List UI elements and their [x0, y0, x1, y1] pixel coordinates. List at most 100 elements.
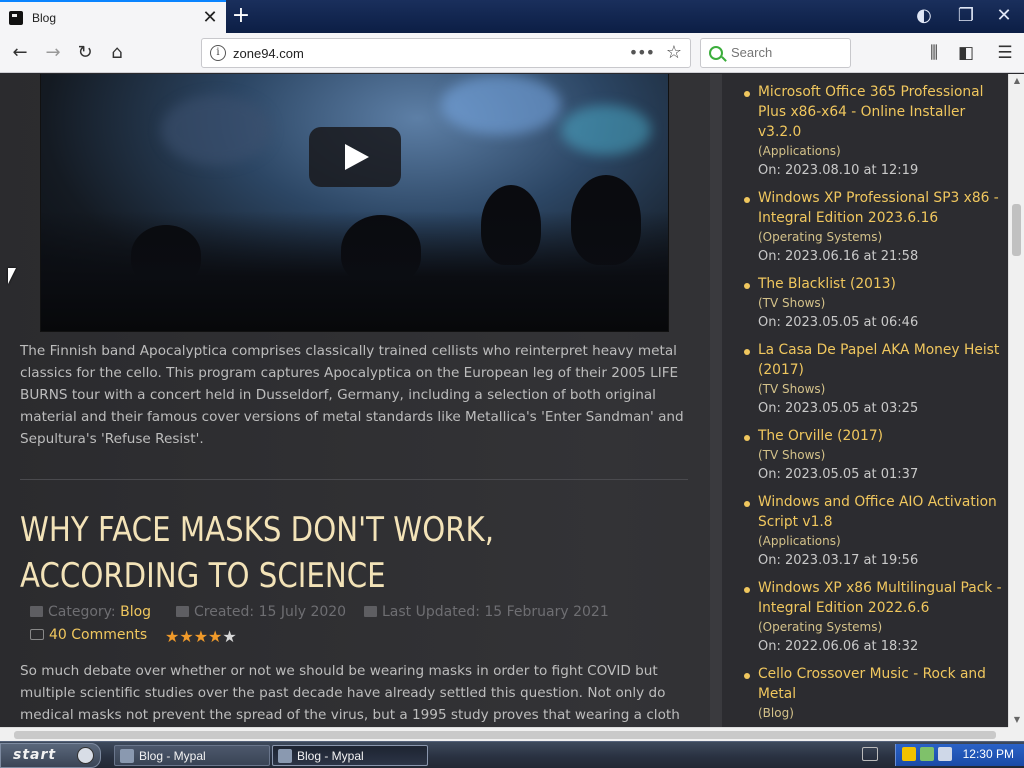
category-label: Category: — [48, 604, 116, 620]
rating-star-icon[interactable]: ★ — [165, 627, 179, 646]
vertical-scrollbar[interactable]: ▲ ▼ — [1008, 74, 1024, 727]
stage-light — [161, 95, 271, 165]
sidebar-item-category[interactable]: (Operating Systems) — [758, 618, 1004, 637]
rating-star-icon[interactable]: ★ — [194, 627, 208, 646]
library-icon[interactable]: ⫼ — [922, 41, 946, 65]
post-created: Created: 15 July 2020 — [176, 604, 346, 620]
tab-title: Blog — [32, 10, 57, 25]
navigation-toolbar: ← → ↻ ⌂ i zone94.com ••• ☆ ⫼ ◧ ☰ — [0, 33, 1024, 73]
start-button[interactable]: start — [0, 743, 101, 768]
sidebar-item-date: On: 2023.05.05 at 06:46 — [758, 315, 919, 330]
url-bar[interactable]: i zone94.com ••• ☆ — [201, 38, 691, 68]
system-tray: 12:30 PM — [895, 744, 1024, 766]
video-description: The Finnish band Apocalyptica comprises … — [20, 343, 684, 447]
search-bar[interactable] — [700, 38, 851, 68]
restore-window-icon[interactable]: ❐ — [950, 3, 982, 29]
sidebar-list-item: The Orville (2017) (TV Shows) On: 2023.05.… — [742, 426, 1004, 485]
main-column: The Finnish band Apocalyptica comprises … — [0, 74, 710, 727]
post-updated: Last Updated: 15 February 2021 — [364, 604, 609, 620]
latest-items-sidebar: Microsoft Office 365 Professional Plus x… — [722, 74, 1008, 727]
calendar-icon — [176, 606, 189, 617]
back-arrow-icon[interactable]: ← — [7, 40, 33, 66]
site-info-icon[interactable]: i — [210, 45, 226, 61]
vertical-scroll-thumb[interactable] — [1012, 204, 1021, 256]
video-player[interactable] — [40, 74, 669, 332]
close-tab-icon[interactable]: ✕ — [200, 7, 220, 28]
rating-star-icon[interactable]: ★ — [222, 627, 236, 646]
sidebar-item-date: On: 2023.03.17 at 19:56 — [758, 553, 919, 568]
scrollbar-corner — [1008, 727, 1024, 741]
sidebar-list-item: The Blacklist (2013) (TV Shows) On: 2023.0… — [742, 274, 1004, 333]
url-text[interactable]: zone94.com — [233, 46, 304, 61]
sidebar-item-title-link[interactable]: Windows XP Professional SP3 x86 - Integr… — [758, 188, 1004, 228]
sidebar-item-title-link[interactable]: The Blacklist (2013) — [758, 274, 1004, 294]
created-date: Created: 15 July 2020 — [194, 604, 347, 620]
sidebar-item-category[interactable]: (Blog) — [758, 704, 1004, 723]
sidebar-item-title-link[interactable]: Windows and Office AIO Activation Script… — [758, 492, 1004, 532]
page-viewport: The Finnish band Apocalyptica comprises … — [0, 74, 1008, 727]
search-input[interactable] — [731, 45, 841, 60]
sidebar-list-item: Windows XP x86 Multilingual Pack - Integ… — [742, 578, 1004, 657]
page-actions-icon[interactable]: ••• — [629, 43, 655, 62]
sidebar-list-item: Cello Crossover Music - Rock and Metal (B… — [742, 664, 1004, 723]
sidebar-list-item: Windows XP Professional SP3 x86 - Integr… — [742, 188, 1004, 267]
sidebar-item-title-link[interactable]: La Casa De Papel AKA Money Heist (2017) — [758, 340, 1004, 380]
column-gutter — [710, 74, 722, 727]
sidebar-item-title-link[interactable]: Microsoft Office 365 Professional Plus x… — [758, 82, 1004, 142]
rating-star-icon[interactable]: ★ — [208, 627, 222, 646]
sidebar-item-title-link[interactable]: Cello Crossover Music - Rock and Metal — [758, 664, 1004, 704]
sidebar-item-category[interactable]: (Applications) — [758, 532, 1004, 551]
sidebar-item-date: On: 2023.05.05 at 01:37 — [758, 467, 919, 482]
post-divider — [20, 479, 688, 480]
tab-blog[interactable]: Blog ✕ — [0, 0, 226, 33]
sidebar-list-item: Microsoft Office 365 Professional Plus x… — [742, 82, 1004, 181]
scroll-down-icon[interactable]: ▼ — [1012, 715, 1022, 725]
forward-arrow-icon[interactable]: → — [40, 40, 66, 66]
home-icon[interactable]: ⌂ — [104, 40, 130, 66]
sidebar-item-category[interactable]: (TV Shows) — [758, 294, 1004, 313]
comment-icon — [30, 629, 44, 640]
horizontal-scroll-thumb[interactable] — [14, 731, 996, 739]
tab-strip: Blog ✕ + ◐ ❐ ✕ — [0, 0, 1024, 33]
taskbar-window-1[interactable]: Blog - Mypal — [114, 745, 270, 766]
sidebar-item-date: On: 2022.06.06 at 18:32 — [758, 639, 919, 654]
taskbar-window-2[interactable]: Blog - Mypal — [272, 745, 428, 766]
calendar-icon — [364, 606, 377, 617]
mouse-pointer-icon — [8, 268, 16, 284]
sidebar-item-category[interactable]: (TV Shows) — [758, 446, 1004, 465]
security-shield-icon[interactable] — [902, 747, 916, 761]
new-tab-icon[interactable]: + — [230, 4, 252, 28]
rating-stars[interactable]: ★★★★★ — [165, 627, 237, 646]
sidebar-item-title-link[interactable]: Windows XP x86 Multilingual Pack - Integ… — [758, 578, 1004, 618]
sidebar-item-category[interactable]: (TV Shows) — [758, 380, 1004, 399]
horizontal-scrollbar[interactable] — [0, 727, 1008, 741]
bookmark-star-icon[interactable]: ☆ — [666, 42, 682, 63]
scroll-up-icon[interactable]: ▲ — [1012, 76, 1022, 86]
close-window-icon[interactable]: ✕ — [988, 3, 1020, 29]
menu-hamburger-icon[interactable]: ☰ — [993, 41, 1017, 65]
category-link[interactable]: Blog — [120, 604, 151, 620]
sidebar-item-title-link[interactable]: The Orville (2017) — [758, 426, 1004, 446]
sidebar-list-item: Windows and Office AIO Activation Script… — [742, 492, 1004, 571]
search-icon — [709, 46, 723, 60]
browser-app-icon — [120, 748, 134, 763]
comments-link[interactable]: 40 Comments — [30, 627, 147, 643]
sidebar-item-category[interactable]: (Operating Systems) — [758, 228, 1004, 247]
os-taskbar: start Blog - Mypal Blog - Mypal 12:30 PM — [0, 741, 1024, 768]
network-icon[interactable] — [920, 747, 934, 761]
clock: 12:30 PM — [962, 747, 1014, 761]
sidebar-item-date: On: 2023.06.16 at 21:58 — [758, 249, 919, 264]
volume-icon[interactable] — [938, 747, 952, 761]
sidebar-item-category[interactable]: (Applications) — [758, 142, 1004, 161]
sidebar-toggle-icon[interactable]: ◧ — [954, 41, 978, 65]
play-button-icon[interactable] — [309, 127, 401, 187]
sidebar-item-date: On: 2023.05.05 at 03:25 — [758, 401, 919, 416]
taskbar-window-label: Blog - Mypal — [297, 748, 364, 763]
comments-count[interactable]: 40 Comments — [49, 627, 147, 643]
keyboard-layout-icon[interactable] — [862, 747, 878, 761]
reload-icon[interactable]: ↻ — [72, 40, 98, 66]
rating-star-icon[interactable]: ★ — [179, 627, 193, 646]
post-title[interactable]: WHY FACE MASKS DON'T WORK, ACCORDING TO … — [20, 507, 605, 599]
start-label: start — [13, 747, 57, 763]
updated-date: Last Updated: 15 February 2021 — [382, 604, 609, 620]
